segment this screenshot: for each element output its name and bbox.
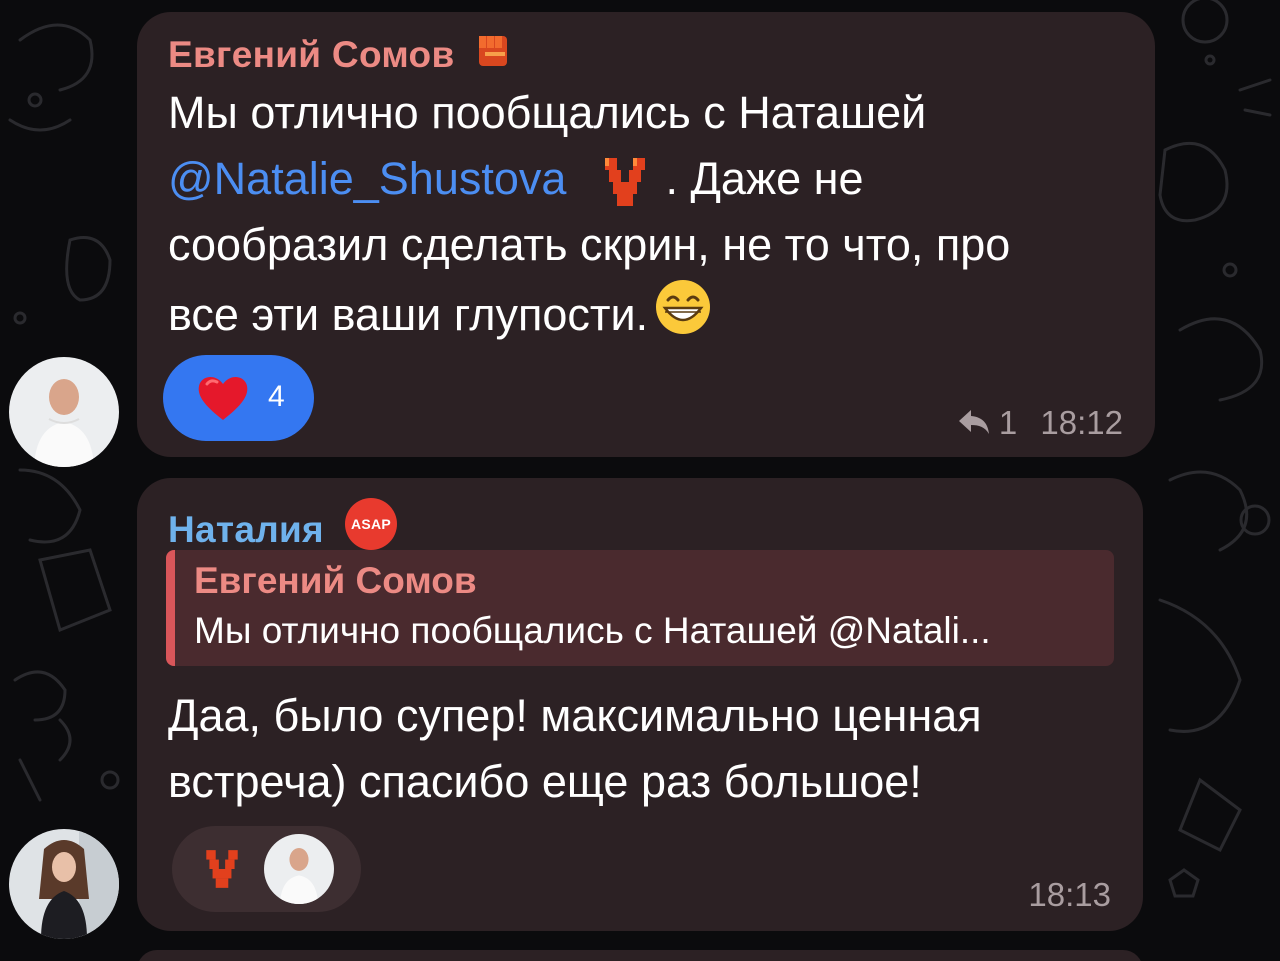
next-message-bubble	[137, 950, 1143, 961]
grinning-face-emoji	[656, 280, 711, 334]
raised-fist-icon	[479, 36, 508, 66]
message-bubble[interactable]: Наталия ASAP Евгений Сомов Мы отлично по…	[137, 478, 1143, 931]
message-line: встреча) спасибо еще раз большое!	[168, 756, 922, 807]
message-sender[interactable]: Евгений Сомов	[168, 30, 513, 76]
message-line: все эти ваши глупости.	[168, 278, 1128, 348]
user-mention-link[interactable]: @Natalie_Shustova	[168, 153, 566, 204]
pixel-v-emoji-icon	[206, 850, 238, 888]
message-line: Мы отлично пообщались с Наташей	[168, 87, 927, 138]
sender-name[interactable]: Наталия	[168, 509, 324, 550]
reactor-avatar	[264, 834, 334, 904]
reply-quote[interactable]: Евгений Сомов Мы отлично пообщались с На…	[166, 550, 1114, 666]
message-text: Мы отлично пообщались с Наташей @Natalie…	[168, 80, 1128, 348]
user-photo	[9, 829, 119, 939]
reply-arrow-icon	[958, 410, 989, 434]
message-text: Даа, было супер! максимально ценная встр…	[168, 683, 1128, 815]
reaction-count: 4	[268, 380, 285, 413]
avatar[interactable]	[9, 829, 119, 939]
message-fragment: . Даже не	[665, 153, 864, 204]
message-line: Даа, было супер! максимально ценная	[168, 690, 982, 741]
badge-text: ASAP	[350, 516, 390, 532]
avatar[interactable]	[9, 357, 119, 467]
quote-text: Мы отлично пообщались с Наташей @Natali.…	[194, 610, 991, 651]
message-line: @Natalie_Shustova . Даже не	[168, 146, 1128, 212]
pixel-v-emoji-icon	[604, 158, 645, 207]
message-time: 18:13	[1028, 876, 1111, 913]
quote-author: Евгений Сомов	[194, 560, 477, 601]
user-photo	[9, 357, 119, 467]
message-line: сообразил сделать скрин, не то что, про	[168, 219, 1011, 270]
message-bubble[interactable]: Евгений Сомов Мы отлично пообщались с На…	[137, 12, 1155, 457]
quote-bar	[166, 550, 175, 666]
message-meta: 18:13	[1028, 876, 1111, 914]
message-sender[interactable]: Наталия ASAP	[168, 496, 399, 552]
message-fragment: все эти ваши глупости.	[168, 289, 649, 340]
reply-count: 1	[998, 404, 1018, 441]
red-heart-icon	[198, 377, 248, 420]
heart-reaction-button[interactable]: 4	[163, 355, 314, 441]
message-time: 18:12	[1040, 404, 1123, 441]
reaction-chip[interactable]	[172, 826, 361, 912]
message-meta: 1 18:12	[957, 404, 1123, 442]
sender-name[interactable]: Евгений Сомов	[168, 34, 455, 75]
asap-badge-icon: ASAP	[344, 498, 397, 550]
